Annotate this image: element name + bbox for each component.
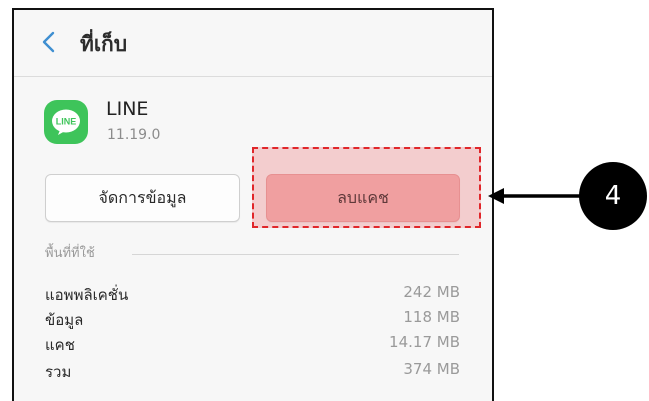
page-title: ที่เก็บ — [80, 32, 128, 56]
storage-row-app: แอพพลิเคชั่น 242 MB — [45, 283, 460, 305]
storage-row-value: 14.17 MB — [389, 333, 460, 351]
storage-row-cache: แคช 14.17 MB — [45, 333, 460, 355]
chevron-left-icon — [42, 31, 55, 53]
storage-row-total: รวม 374 MB — [45, 360, 460, 382]
section-divider — [132, 254, 459, 255]
storage-section-label: พื้นที่ที่ใช้ — [45, 246, 95, 261]
arrow-left-icon — [486, 186, 582, 206]
storage-row-value: 242 MB — [403, 283, 460, 301]
header-divider — [14, 76, 492, 77]
storage-row-label: รวม — [45, 363, 72, 381]
storage-row-data: ข้อมูล 118 MB — [45, 308, 460, 330]
back-button[interactable] — [36, 26, 64, 58]
step-number-badge: 4 — [579, 162, 647, 230]
line-icon-text: LINE — [56, 117, 77, 127]
clear-cache-button[interactable]: ลบแคช — [266, 174, 460, 222]
storage-row-label: แคช — [45, 336, 75, 354]
manage-data-button[interactable]: จัดการข้อมูล — [45, 174, 240, 222]
storage-row-label: ข้อมูล — [45, 311, 84, 329]
app-bar: ที่เก็บ — [14, 10, 492, 76]
storage-row-value: 118 MB — [403, 308, 460, 326]
storage-row-value: 374 MB — [403, 360, 460, 378]
storage-row-label: แอพพลิเคชั่น — [45, 286, 129, 304]
app-name: LINE — [106, 98, 149, 120]
app-version: 11.19.0 — [107, 127, 161, 143]
line-app-icon: LINE — [44, 100, 88, 144]
phone-screen: ที่เก็บ LINE LINE 11.19.0 จัดการข้อมูล ล… — [12, 8, 494, 401]
